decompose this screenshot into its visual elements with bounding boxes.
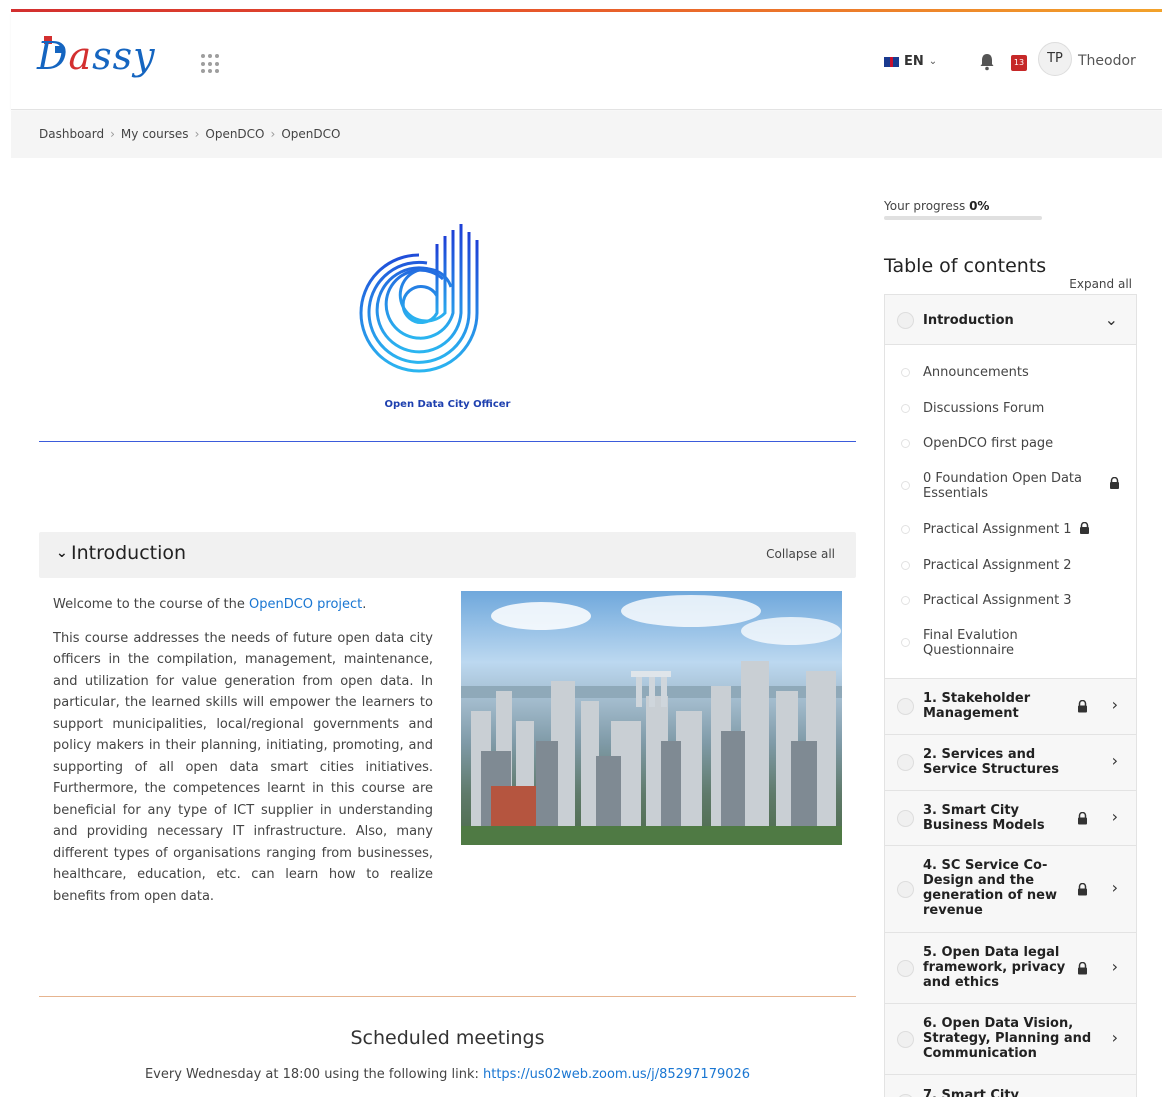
toc-section-introduction[interactable]: Introduction ⌄ <box>885 295 1136 345</box>
toc-item-practical-assignment-1[interactable]: Practical Assignment 1 <box>901 522 1103 537</box>
welcome-line: Welcome to the course of the OpenDCO pro… <box>53 597 367 612</box>
apps-grid-icon[interactable] <box>201 54 221 74</box>
breadcrumb-current: OpenDCO <box>281 127 341 141</box>
toc-section-title: 2. Services and Service Structures <box>923 747 1059 777</box>
chevron-down-icon[interactable]: ⌄ <box>1105 310 1118 329</box>
toc-section-title: 7. Smart City <box>923 1088 1020 1097</box>
course-banner: Open Data City Officer <box>39 170 856 442</box>
zoom-link[interactable]: https://us02web.zoom.us/j/85297179026 <box>483 1067 750 1082</box>
section-title: Introduction <box>71 542 187 564</box>
toc-section-title: 5. Open Data legal framework, privacy an… <box>923 945 1066 990</box>
toc-item-first-page[interactable]: OpenDCO first page <box>901 436 1103 451</box>
toc-item-practical-assignment-3[interactable]: Practical Assignment 3 <box>901 593 1103 608</box>
messages-icon[interactable]: 13 <box>1011 55 1027 71</box>
chevron-right-icon[interactable]: › <box>1112 1028 1118 1047</box>
breadcrumb-bar: Dashboard › My courses › OpenDCO › OpenD… <box>11 111 1162 158</box>
lock-icon <box>1078 700 1087 713</box>
language-selector[interactable]: EN ⌄ <box>884 54 937 69</box>
top-navbar: Dassy EN ⌄ 13 TP Theodor <box>11 12 1162 110</box>
lock-icon <box>1078 812 1087 825</box>
toc-item-discussions-forum[interactable]: Discussions Forum <box>901 401 1103 416</box>
section-introduction-header[interactable]: ⌄ Introduction Collapse all <box>39 532 856 578</box>
meetings-text: Every Wednesday at 18:00 using the follo… <box>144 1067 751 1082</box>
lock-icon <box>1079 522 1089 534</box>
toc-item-final-questionnaire[interactable]: Final Evalution Questionnaire <box>901 628 1053 658</box>
chevron-right-icon[interactable]: › <box>1112 807 1118 826</box>
left-edge <box>0 0 11 1097</box>
opendco-logo-graphic <box>359 202 557 373</box>
progress-value: 0% <box>969 199 990 213</box>
intro-text: Welcome to the course of the OpenDCO pro… <box>53 594 433 919</box>
toc-item-announcements[interactable]: Announcements <box>901 365 1103 380</box>
meetings-title: Scheduled meetings <box>350 1027 545 1049</box>
site-logo[interactable]: Dassy <box>37 30 177 92</box>
chevron-down-icon: ⌄ <box>928 56 938 67</box>
chevron-right-icon[interactable]: › <box>1112 957 1118 976</box>
section-divider <box>39 996 856 997</box>
toc-item-foundation[interactable]: 0 Foundation Open Data Essentials <box>901 471 1119 501</box>
toc-section-6[interactable]: 6. Open Data Vision, Strategy, Planning … <box>885 1004 1136 1075</box>
breadcrumb-my-courses[interactable]: My courses <box>121 127 189 141</box>
intro-body: This course addresses the needs of futur… <box>53 630 433 904</box>
breadcrumb-course[interactable]: OpenDCO <box>205 127 264 141</box>
chevron-right-icon: › <box>110 127 115 141</box>
avatar[interactable]: TP <box>1038 42 1072 76</box>
chevron-right-icon[interactable]: › <box>1112 878 1118 897</box>
breadcrumb: Dashboard › My courses › OpenDCO › OpenD… <box>39 127 340 141</box>
uk-flag-icon <box>884 56 899 67</box>
collapse-all-link[interactable]: Collapse all <box>766 547 835 561</box>
lock-icon <box>1110 477 1119 489</box>
progress-label: Your progress 0% <box>884 199 990 213</box>
language-code: EN <box>904 54 924 69</box>
toc-item-practical-assignment-2[interactable]: Practical Assignment 2 <box>901 558 1103 573</box>
toc-section-7[interactable]: 7. Smart City <box>885 1075 1136 1097</box>
toc-section-5[interactable]: 5. Open Data legal framework, privacy an… <box>885 933 1136 1004</box>
table-of-contents: Introduction ⌄ Announcements Discussions… <box>884 294 1137 1097</box>
toc-section-1[interactable]: 1. Stakeholder Management › <box>885 679 1136 735</box>
toc-section-title: 1. Stakeholder Management <box>923 691 1031 721</box>
toc-title: Table of contents <box>884 255 1047 277</box>
toc-section-2[interactable]: 2. Services and Service Structures › <box>885 735 1136 791</box>
toc-section-title: 6. Open Data Vision, Strategy, Planning … <box>923 1016 1092 1061</box>
lock-icon <box>1078 962 1087 975</box>
toc-section-3[interactable]: 3. Smart City Business Models › <box>885 791 1136 846</box>
toc-section-4[interactable]: 4. SC Service Co-Design and the generati… <box>885 846 1136 933</box>
chevron-right-icon: › <box>194 127 200 141</box>
city-skyline-image <box>461 591 842 845</box>
opendco-project-link[interactable]: OpenDCO project <box>249 597 362 612</box>
breadcrumb-dashboard[interactable]: Dashboard <box>39 127 104 141</box>
chevron-right-icon[interactable]: › <box>1112 751 1118 770</box>
lock-icon <box>1078 883 1087 896</box>
bell-icon[interactable] <box>979 53 995 71</box>
user-name[interactable]: Theodor <box>1078 53 1136 69</box>
chevron-down-icon[interactable]: ⌄ <box>56 545 68 561</box>
toc-section-title: 4. SC Service Co-Design and the generati… <box>923 858 1057 918</box>
chevron-right-icon[interactable]: › <box>1112 695 1118 714</box>
toc-section-title: 3. Smart City Business Models <box>923 803 1045 833</box>
progress-bar <box>884 216 1042 220</box>
toc-intro-items: Announcements Discussions Forum OpenDCO … <box>885 345 1136 679</box>
logo-wordmark: Dassy <box>37 34 156 78</box>
toc-section-title: Introduction <box>923 313 1014 328</box>
banner-caption: Open Data City Officer <box>384 399 511 410</box>
chevron-right-icon: › <box>270 127 276 141</box>
completion-circle-icon <box>897 312 914 329</box>
expand-all-link[interactable]: Expand all <box>1069 277 1132 291</box>
course-main: Open Data City Officer ⌄ Introduction Co… <box>39 170 856 1082</box>
